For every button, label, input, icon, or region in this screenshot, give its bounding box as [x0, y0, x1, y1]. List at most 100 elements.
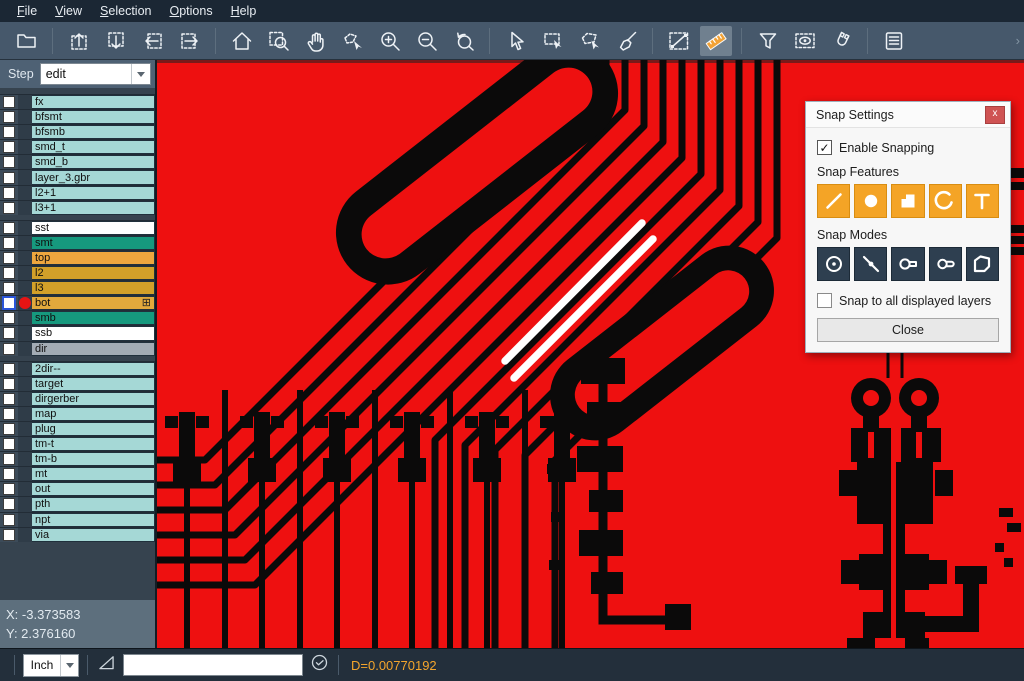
snap-mode-point-on-line-button[interactable] [854, 247, 887, 281]
toolbar-zoom-window-button[interactable] [263, 26, 295, 56]
layer-item-dir[interactable]: dir [32, 342, 155, 356]
toolbar-view-box-button[interactable] [789, 26, 821, 56]
layer-visibility-checkbox-dirgerber[interactable] [3, 393, 15, 405]
snap-feature-line-button[interactable] [817, 184, 850, 218]
toolbar-move-shape-button[interactable] [337, 26, 369, 56]
layer-item-smb[interactable]: smb [32, 311, 155, 325]
layer-item-bfsmb[interactable]: bfsmb [32, 125, 155, 139]
layer-item-via[interactable]: via [32, 528, 155, 542]
layer-item-l3+1[interactable]: l3+1 [32, 201, 155, 215]
snap-feature-arc-button[interactable] [929, 184, 962, 218]
toolbar-pad-left-button[interactable] [137, 26, 169, 56]
layer-visibility-checkbox-smd_t[interactable] [3, 141, 15, 153]
layer-item-ssb[interactable]: ssb [32, 326, 155, 340]
snap-mode-pad-slot-button[interactable] [891, 247, 924, 281]
layer-item-layer_3.gbr[interactable]: layer_3.gbr [32, 170, 155, 184]
toolbar-select-rect-button[interactable] [537, 26, 569, 56]
layer-visibility-checkbox-layer_3.gbr[interactable] [3, 172, 15, 184]
angle-mode-icon[interactable] [96, 652, 117, 678]
layer-visibility-checkbox-smb[interactable] [3, 312, 15, 324]
toolbar-pad-right-button[interactable] [174, 26, 206, 56]
layer-visibility-checkbox-mt[interactable] [3, 468, 15, 480]
layer-visibility-checkbox-plug[interactable] [3, 423, 15, 435]
toolbar-magnet-button[interactable] [826, 26, 858, 56]
layer-item-sst[interactable]: sst [32, 221, 155, 235]
snap-feature-pad-button[interactable] [854, 184, 887, 218]
snap-mode-contour-button[interactable] [966, 247, 999, 281]
dialog-close-icon[interactable]: x [985, 106, 1005, 124]
layer-item-2dir--[interactable]: 2dir-- [32, 362, 155, 376]
layer-visibility-checkbox-l3[interactable] [3, 282, 15, 294]
layer-visibility-checkbox-via[interactable] [3, 529, 15, 541]
toolbar-open-button[interactable] [11, 26, 43, 56]
toolbar-select-button[interactable] [500, 26, 532, 56]
command-input[interactable] [123, 654, 303, 676]
toolbar-zoom-back-button[interactable] [448, 26, 480, 56]
close-button[interactable]: Close [817, 318, 999, 342]
layer-visibility-checkbox-npt[interactable] [3, 514, 15, 526]
layer-visibility-checkbox-l3+1[interactable] [3, 202, 15, 214]
layer-item-top[interactable]: top [32, 251, 155, 265]
layer-item-target[interactable]: target [32, 377, 155, 391]
toolbar-overflow-icon[interactable]: › [1016, 33, 1020, 48]
dialog-title-bar[interactable]: Snap Settings x [806, 102, 1010, 128]
menu-selection[interactable]: Selection [91, 2, 160, 20]
menu-file[interactable]: File [8, 2, 46, 20]
toolbar-pad-down-button[interactable] [100, 26, 132, 56]
layer-visibility-checkbox-tm-b[interactable] [3, 453, 15, 465]
apply-cycle-icon[interactable] [309, 652, 330, 678]
step-select[interactable]: edit [40, 63, 151, 85]
snap-feature-surface-button[interactable] [891, 184, 924, 218]
toolbar-zoom-out-button[interactable] [411, 26, 443, 56]
toolbar-measure-line-button[interactable] [663, 26, 695, 56]
layer-visibility-checkbox-bfsmb[interactable] [3, 126, 15, 138]
toolbar-brush-button[interactable] [611, 26, 643, 56]
menu-help[interactable]: Help [222, 2, 266, 20]
layer-visibility-checkbox-l2+1[interactable] [3, 187, 15, 199]
snap-mode-pad-outline-button[interactable] [929, 247, 962, 281]
menu-view[interactable]: View [46, 2, 91, 20]
layer-visibility-checkbox-2dir--[interactable] [3, 363, 15, 375]
snap-feature-text-button[interactable] [966, 184, 999, 218]
layer-visibility-checkbox-top[interactable] [3, 252, 15, 264]
snap-all-layers-checkbox[interactable] [817, 293, 832, 308]
layer-visibility-checkbox-bfsmt[interactable] [3, 111, 15, 123]
layer-item-smd_b[interactable]: smd_b [32, 155, 155, 169]
toolbar-ruler-button[interactable] [700, 26, 732, 56]
toolbar-home-button[interactable] [226, 26, 258, 56]
layer-item-out[interactable]: out [32, 482, 155, 496]
layer-item-l3[interactable]: l3 [32, 281, 155, 295]
unit-select[interactable]: Inch [23, 654, 79, 677]
layer-item-tm-t[interactable]: tm-t [32, 437, 155, 451]
layer-visibility-checkbox-fx[interactable] [3, 96, 15, 108]
layer-visibility-checkbox-pth[interactable] [3, 498, 15, 510]
layer-item-fx[interactable]: fx [32, 95, 155, 109]
layer-visibility-checkbox-out[interactable] [3, 483, 15, 495]
layer-visibility-checkbox-map[interactable] [3, 408, 15, 420]
layer-item-map[interactable]: map [32, 407, 155, 421]
layer-item-smt[interactable]: smt [32, 236, 155, 250]
snap-mode-center-button[interactable] [817, 247, 850, 281]
layer-item-smd_t[interactable]: smd_t [32, 140, 155, 154]
toolbar-zoom-in-button[interactable] [374, 26, 406, 56]
layer-item-l2+1[interactable]: l2+1 [32, 186, 155, 200]
layer-item-tm-b[interactable]: tm-b [32, 452, 155, 466]
toolbar-form-button[interactable] [878, 26, 910, 56]
layer-visibility-checkbox-ssb[interactable] [3, 327, 15, 339]
layer-visibility-checkbox-target[interactable] [3, 378, 15, 390]
layer-item-dirgerber[interactable]: dirgerber [32, 392, 155, 406]
layer-visibility-checkbox-smd_b[interactable] [3, 156, 15, 168]
layer-visibility-checkbox-l2[interactable] [3, 267, 15, 279]
toolbar-pad-up-button[interactable] [63, 26, 95, 56]
layer-item-pth[interactable]: pth [32, 497, 155, 511]
toolbar-select-poly-button[interactable] [574, 26, 606, 56]
layer-visibility-checkbox-bot[interactable] [2, 296, 16, 310]
layer-visibility-checkbox-smt[interactable] [3, 237, 15, 249]
layer-visibility-checkbox-sst[interactable] [3, 222, 15, 234]
toolbar-pan-button[interactable] [300, 26, 332, 56]
enable-snapping-checkbox[interactable]: ✓ [817, 140, 832, 155]
layer-visibility-checkbox-tm-t[interactable] [3, 438, 15, 450]
layer-item-npt[interactable]: npt [32, 513, 155, 527]
menu-options[interactable]: Options [160, 2, 221, 20]
layer-item-l2[interactable]: l2 [32, 266, 155, 280]
